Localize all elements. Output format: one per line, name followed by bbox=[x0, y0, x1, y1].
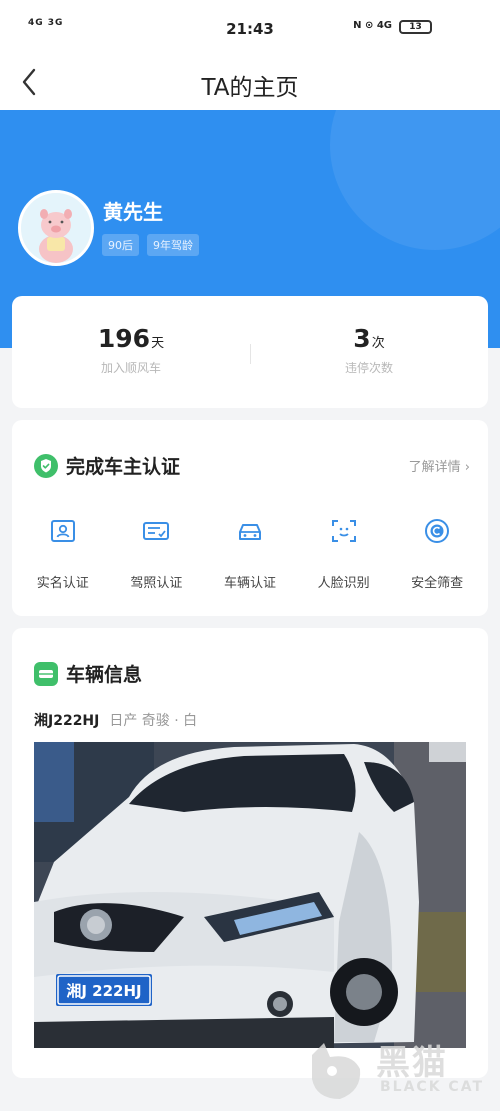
cert-label: 人脸识别 bbox=[317, 576, 370, 591]
security-check-icon bbox=[425, 519, 450, 543]
certification-items: 实名认证 驾照认证 车辆认证 人脸识别 安全筛查 bbox=[12, 516, 488, 591]
certification-card: 完成车主认证 了解详情 › 实名认证 驾照认证 车辆认证 人脸识别 安全筛查 bbox=[12, 420, 488, 616]
page-title: TA的主页 bbox=[201, 75, 299, 101]
status-icons: N ⊙ 4G bbox=[353, 20, 392, 31]
cert-label: 安全筛查 bbox=[411, 576, 464, 591]
vehicle-header: 车辆信息 bbox=[34, 660, 142, 687]
stat-days-value: 196 bbox=[97, 324, 151, 353]
stats-card: 196天 加入顺风车 3次 违停次数 bbox=[12, 296, 488, 408]
stat-days-unit: 天 bbox=[151, 336, 165, 351]
cert-item-license[interactable]: 驾照认证 bbox=[113, 516, 199, 591]
pig-avatar-icon bbox=[21, 193, 91, 263]
age-tag: 90后 bbox=[102, 234, 139, 256]
stat-violations-unit: 次 bbox=[371, 336, 385, 351]
photo-license-plate: 湘J 222HJ bbox=[66, 982, 141, 1000]
stat-violations-value: 3 bbox=[353, 324, 371, 353]
user-name: 黄先生 bbox=[103, 200, 163, 224]
cert-item-real-name[interactable]: 实名认证 bbox=[20, 516, 106, 591]
stat-days: 196天 加入顺风车 bbox=[12, 324, 250, 376]
id-card-icon bbox=[50, 520, 75, 542]
plate-number: 湘J222HJ bbox=[34, 713, 100, 729]
stat-days-label: 加入顺风车 bbox=[100, 361, 161, 375]
vehicle-card: 车辆信息 湘J222HJ 日产 奇骏 · 白 湘J 222HJ bbox=[12, 628, 488, 1078]
driving-years-tag: 9年驾龄 bbox=[147, 234, 199, 256]
learn-more-link[interactable]: 了解详情 › bbox=[409, 456, 470, 475]
cert-item-vehicle[interactable]: 车辆认证 bbox=[207, 516, 293, 591]
certification-header: 完成车主认证 bbox=[34, 452, 180, 479]
car-icon bbox=[238, 524, 261, 540]
avatar[interactable] bbox=[18, 190, 94, 266]
stat-violations: 3次 违停次数 bbox=[250, 324, 488, 376]
shield-check-icon bbox=[34, 453, 58, 478]
vehicle-info-icon bbox=[34, 661, 58, 686]
black-cat-logo-icon bbox=[312, 1043, 361, 1099]
certification-title: 完成车主认证 bbox=[66, 456, 181, 478]
watermark-text-en: BLACK CAT bbox=[380, 1079, 484, 1095]
stat-violations-label: 违停次数 bbox=[344, 361, 393, 375]
cert-item-security[interactable]: 安全筛查 bbox=[394, 516, 480, 591]
status-bar: 4G 3G 21:43 N ⊙ 4G 13 bbox=[0, 0, 500, 56]
battery-icon: 13 bbox=[399, 20, 432, 34]
car-photo-illustration: 湘J 222HJ bbox=[34, 742, 466, 1048]
user-tags: 90后 9年驾龄 bbox=[102, 234, 199, 256]
cert-item-face[interactable]: 人脸识别 bbox=[301, 516, 387, 591]
cert-label: 实名认证 bbox=[36, 576, 89, 591]
car-description: 日产 奇骏 · 白 bbox=[109, 713, 198, 729]
cert-label: 驾照认证 bbox=[130, 576, 183, 591]
cert-label: 车辆认证 bbox=[223, 576, 276, 591]
vehicle-title: 车辆信息 bbox=[66, 664, 143, 686]
nav-bar: TA的主页 bbox=[0, 56, 500, 110]
license-icon bbox=[143, 522, 170, 540]
decorative-circle bbox=[330, 110, 500, 250]
face-scan-icon bbox=[331, 520, 356, 542]
watermark-text-cn: 黑猫 bbox=[376, 1043, 448, 1083]
vehicle-photo[interactable]: 湘J 222HJ bbox=[34, 742, 466, 1048]
vehicle-summary: 湘J222HJ 日产 奇骏 · 白 bbox=[34, 710, 197, 730]
watermark-logo: 黑猫 BLACK CAT bbox=[302, 1035, 492, 1105]
